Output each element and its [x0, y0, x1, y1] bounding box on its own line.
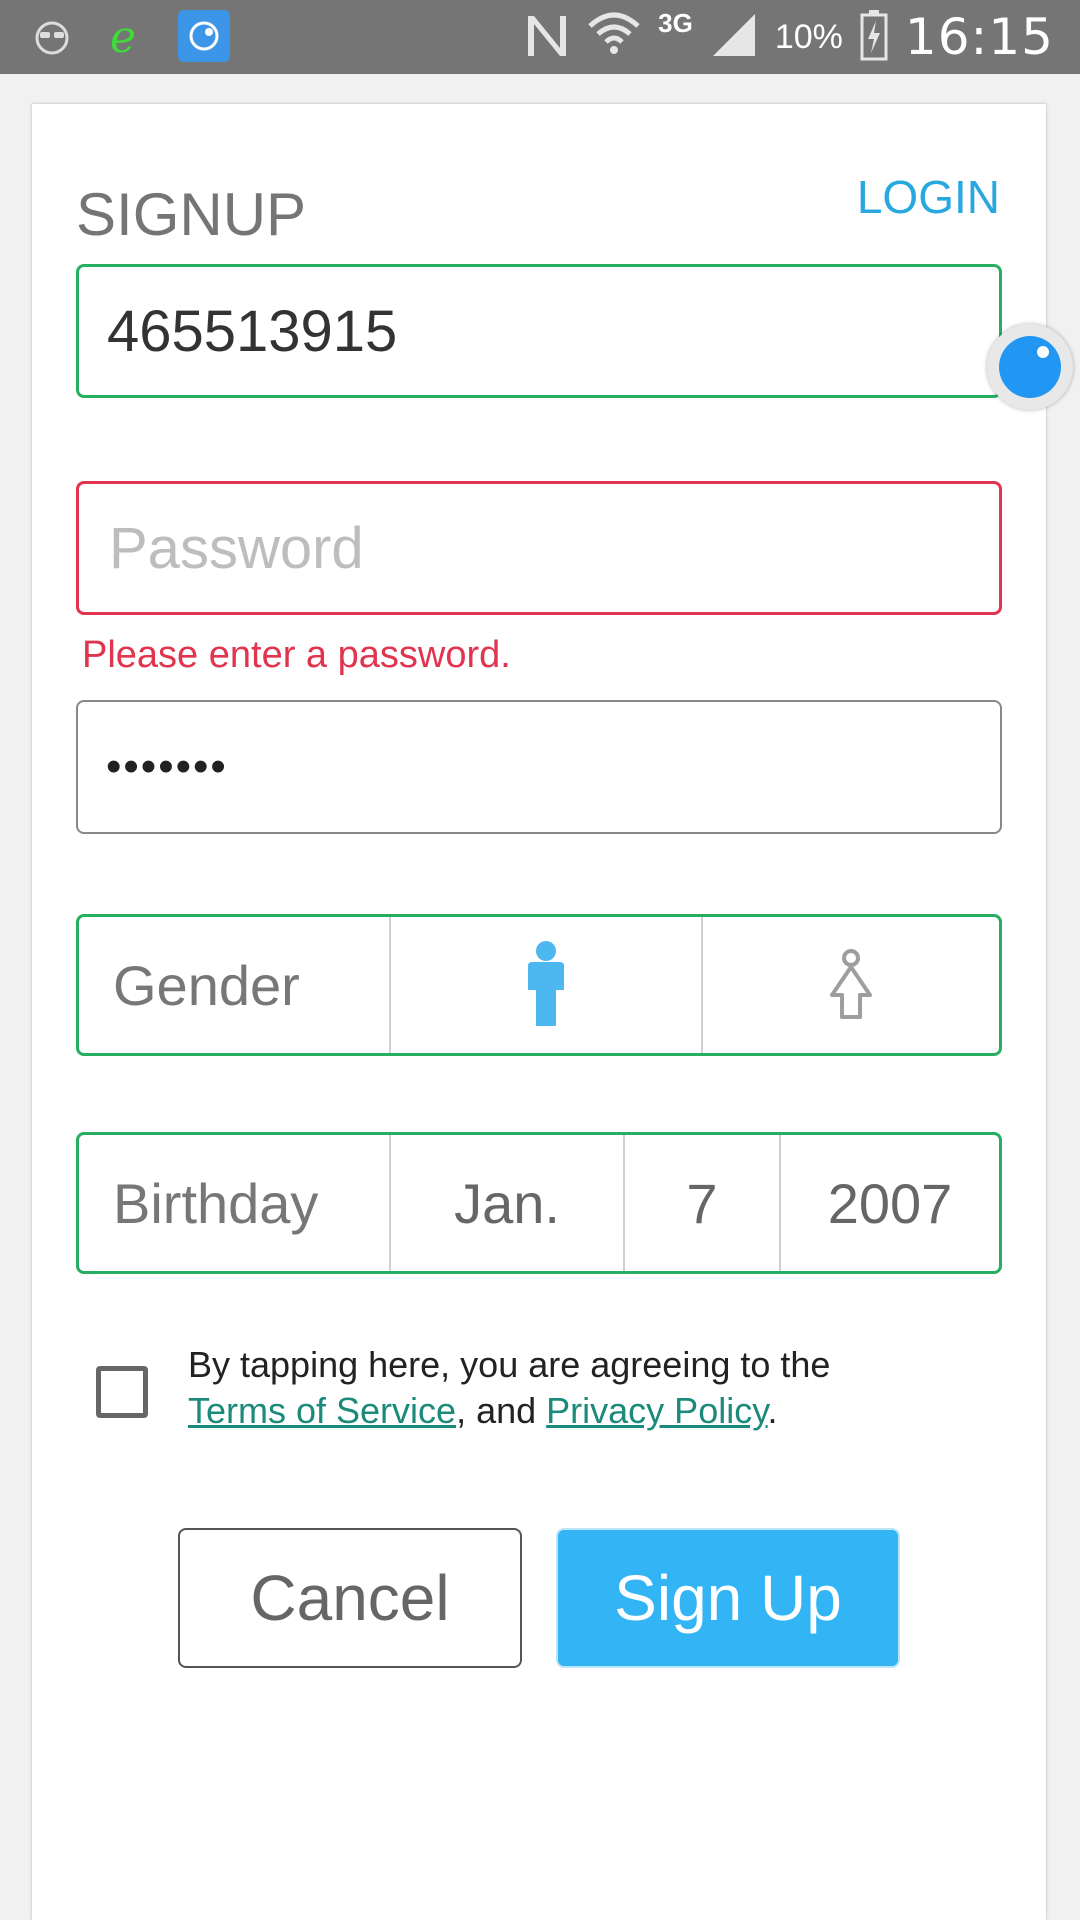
- gender-label: Gender: [113, 953, 300, 1017]
- birth-year-picker[interactable]: 2007: [779, 1135, 999, 1271]
- system-icons: 3G 10% 16:15: [524, 0, 1054, 74]
- gender-male-option[interactable]: [389, 917, 701, 1053]
- wifi-icon: [586, 10, 642, 65]
- assistant-dot-icon: [999, 336, 1061, 398]
- clock-time: 16:15: [904, 8, 1054, 66]
- phone-field[interactable]: 465513915: [76, 264, 1002, 398]
- female-icon: [830, 949, 872, 1019]
- password-field[interactable]: [76, 481, 1002, 615]
- nfc-n-icon: [524, 10, 570, 65]
- face-notification-icon: [26, 10, 78, 62]
- battery-charging-icon: [859, 9, 889, 66]
- phone-value: 465513915: [107, 298, 398, 364]
- confirm-password-field[interactable]: •••••••: [76, 700, 1002, 834]
- signup-button[interactable]: Sign Up: [556, 1528, 900, 1668]
- signup-card: SIGNUP LOGIN 465513915 Please enter a pa…: [32, 104, 1046, 1920]
- signal-icon: [709, 10, 759, 65]
- birth-day-picker[interactable]: 7: [623, 1135, 779, 1271]
- login-link[interactable]: LOGIN: [857, 170, 1000, 224]
- cancel-button[interactable]: Cancel: [178, 1528, 522, 1668]
- svg-text:e: e: [110, 12, 136, 60]
- privacy-policy-link[interactable]: Privacy Policy: [546, 1390, 767, 1431]
- app-clock-icon: [178, 10, 230, 62]
- status-bar: e 3G 10% 16:15: [0, 0, 1080, 74]
- terms-suffix: .: [767, 1390, 778, 1431]
- page-title: SIGNUP: [76, 181, 307, 248]
- birth-month-picker[interactable]: Jan.: [389, 1135, 623, 1271]
- terms-text: By tapping here, you are agreeing to the…: [188, 1342, 908, 1434]
- confirm-password-value: •••••••: [106, 742, 228, 791]
- floating-assistant-button[interactable]: [987, 324, 1073, 410]
- gender-female-option[interactable]: [701, 917, 999, 1053]
- terms-checkbox[interactable]: [96, 1366, 148, 1418]
- birthday-selector: Birthday Jan. 7 2007: [76, 1132, 1002, 1274]
- male-icon: [528, 941, 564, 1026]
- password-error-message: Please enter a password.: [82, 634, 511, 676]
- notification-icons: e: [26, 10, 230, 62]
- gender-selector: Gender: [76, 914, 1002, 1056]
- terms-middle: , and: [456, 1390, 547, 1431]
- browser-e-icon: e: [102, 10, 154, 62]
- terms-of-service-link[interactable]: Terms of Service: [188, 1390, 456, 1431]
- battery-percent: 10%: [774, 17, 843, 56]
- terms-prefix: By tapping here, you are agreeing to the: [188, 1344, 831, 1385]
- network-type-label: 3G: [658, 7, 693, 38]
- birthday-label: Birthday: [113, 1171, 319, 1235]
- password-input[interactable]: [107, 483, 999, 613]
